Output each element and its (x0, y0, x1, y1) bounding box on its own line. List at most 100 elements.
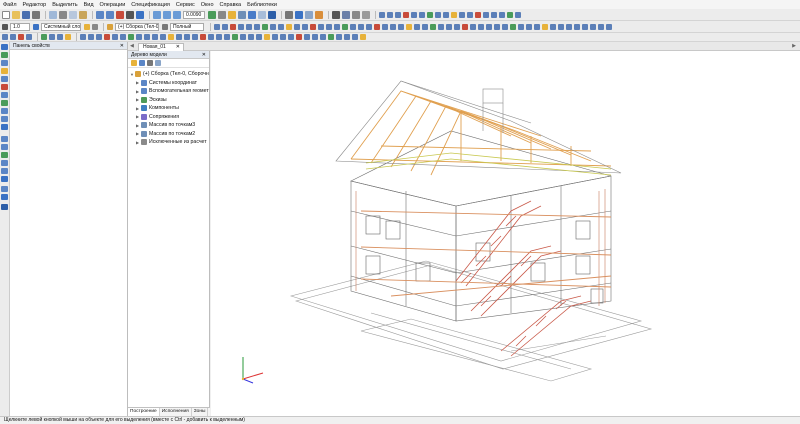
tool-icon[interactable] (256, 34, 262, 40)
tool-icon[interactable] (26, 34, 32, 40)
tree-filter-icon[interactable] (131, 60, 137, 66)
tool-icon[interactable] (454, 23, 460, 30)
tool-icon[interactable] (360, 34, 366, 40)
tool-icon[interactable] (168, 34, 174, 40)
tool-icon[interactable] (144, 34, 150, 40)
tool-icon[interactable] (200, 34, 206, 40)
tool-icon[interactable] (326, 23, 332, 30)
filter-icon[interactable] (285, 10, 293, 19)
tool-icon[interactable] (248, 34, 254, 40)
redo-icon[interactable] (106, 10, 114, 19)
tool-icon[interactable] (254, 23, 260, 30)
wireframe-icon[interactable] (258, 10, 266, 19)
tool-icon[interactable] (320, 34, 326, 40)
tool-icon[interactable] (1, 204, 8, 210)
tool-icon[interactable] (1, 186, 8, 192)
tool-icon[interactable] (192, 34, 198, 40)
tool-icon[interactable] (1, 194, 8, 200)
tree-item[interactable]: ▼ (+) Сборка (Тел-0, Сборочны (130, 70, 209, 79)
tool-icon[interactable] (422, 23, 428, 30)
menu-item[interactable]: Выделить (52, 2, 77, 8)
tool-icon[interactable] (264, 34, 270, 40)
tool-icon[interactable] (328, 34, 334, 40)
tree-item[interactable]: ▶ Системы координат (130, 79, 209, 88)
preview-icon[interactable] (49, 10, 57, 19)
color-icon[interactable] (84, 23, 90, 30)
tool-icon[interactable] (1, 52, 8, 58)
tool-icon[interactable] (606, 23, 612, 30)
tool-icon[interactable] (510, 23, 516, 30)
tab-scroll-right-icon[interactable]: ▶ (792, 43, 796, 49)
tool-icon[interactable] (1, 100, 8, 106)
manager-icon[interactable] (116, 10, 124, 19)
tool-icon[interactable] (176, 34, 182, 40)
tool-icon[interactable] (515, 11, 521, 18)
tool-icon[interactable] (598, 23, 604, 30)
library-icon[interactable] (342, 10, 350, 19)
tool-icon[interactable] (390, 23, 396, 30)
tool-icon[interactable] (224, 34, 230, 40)
tool-icon[interactable] (483, 11, 489, 18)
tree-tab[interactable]: Построение (128, 408, 160, 416)
tool-icon[interactable] (240, 34, 246, 40)
menu-item[interactable]: Вид (84, 2, 94, 8)
tool-icon[interactable] (288, 34, 294, 40)
tool-icon[interactable] (344, 34, 350, 40)
tool-icon[interactable] (80, 34, 86, 40)
tool-icon[interactable] (443, 11, 449, 18)
tool-icon[interactable] (310, 23, 316, 30)
tree-item[interactable]: ▶ Эскизы (130, 96, 209, 105)
tool-icon[interactable] (302, 23, 308, 30)
select-icon[interactable] (305, 10, 313, 19)
tool-icon[interactable] (120, 34, 126, 40)
tool-icon[interactable] (1, 116, 8, 122)
zoom-out-icon[interactable] (163, 10, 171, 19)
tool-icon[interactable] (1, 168, 8, 174)
tool-icon[interactable] (136, 34, 142, 40)
tool-icon[interactable] (334, 23, 340, 30)
tree-sort-icon[interactable] (147, 60, 153, 66)
tool-icon[interactable] (534, 23, 540, 30)
menu-item[interactable]: Операции (100, 2, 126, 8)
copy-icon[interactable] (69, 10, 77, 19)
tool-icon[interactable] (430, 23, 436, 30)
tool-icon[interactable] (435, 11, 441, 18)
tool-icon[interactable] (526, 23, 532, 30)
tool-icon[interactable] (542, 23, 548, 30)
tool-icon[interactable] (96, 34, 102, 40)
menu-item[interactable]: Файл (3, 2, 17, 8)
tool-icon[interactable] (65, 34, 71, 40)
tool-icon[interactable] (398, 23, 404, 30)
tool-icon[interactable] (304, 34, 310, 40)
tool-icon[interactable] (278, 23, 284, 30)
snap-icon[interactable] (295, 10, 303, 19)
tool-icon[interactable] (451, 11, 457, 18)
tool-icon[interactable] (590, 23, 596, 30)
tool-icon[interactable] (1, 76, 8, 82)
zoom-in-icon[interactable] (153, 10, 161, 19)
tool-icon[interactable] (280, 34, 286, 40)
tree-view-icon[interactable] (139, 60, 145, 66)
orientation-icon[interactable] (228, 10, 236, 19)
tool-icon[interactable] (57, 34, 63, 40)
tool-icon[interactable] (262, 23, 268, 30)
gear-icon[interactable] (332, 10, 340, 19)
tool-icon[interactable] (470, 23, 476, 30)
mass-icon[interactable] (362, 10, 370, 19)
tool-icon[interactable] (1, 68, 8, 74)
tool-icon[interactable] (502, 23, 508, 30)
tool-icon[interactable] (374, 23, 380, 30)
tool-icon[interactable] (518, 23, 524, 30)
tool-icon[interactable] (128, 34, 134, 40)
tool-icon[interactable] (446, 23, 452, 30)
tool-icon[interactable] (403, 11, 409, 18)
rotate-icon[interactable] (208, 10, 216, 19)
tool-icon[interactable] (294, 23, 300, 30)
tool-icon[interactable] (414, 23, 420, 30)
tool-icon[interactable] (1, 124, 8, 130)
perspective-icon[interactable] (268, 10, 276, 19)
tool-icon[interactable] (558, 23, 564, 30)
tool-icon[interactable] (1, 160, 8, 166)
tool-icon[interactable] (582, 23, 588, 30)
view-cube-icon[interactable] (238, 10, 246, 19)
